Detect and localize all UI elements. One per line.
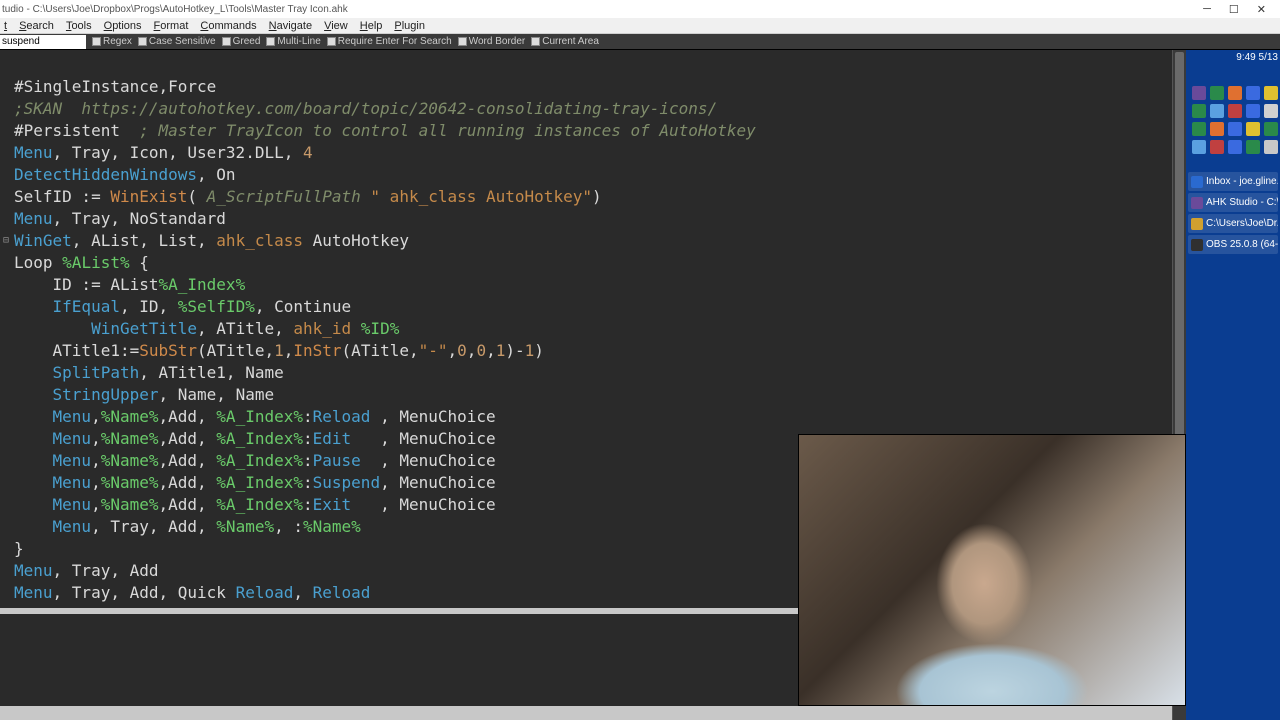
menu-navigate[interactable]: Navigate — [269, 20, 312, 32]
taskbar-item[interactable]: C:\Users\Joe\Dr... — [1188, 214, 1278, 233]
search-toolbar: Regex Case Sensitive Greed Multi-Line Requir… — [0, 34, 1280, 50]
tray-icon[interactable] — [1192, 86, 1206, 100]
tray-icon[interactable] — [1228, 86, 1242, 100]
menu-options[interactable]: Options — [104, 20, 142, 32]
search-opt-current-area[interactable]: Current Area — [531, 36, 599, 47]
search-opt-multi-line[interactable]: Multi-Line — [266, 36, 320, 47]
tray-icon[interactable] — [1228, 104, 1242, 118]
menu-format[interactable]: Format — [154, 20, 189, 32]
minimize-button[interactable]: ─ — [1203, 3, 1211, 16]
tray-icon[interactable] — [1210, 86, 1224, 100]
tray-icon[interactable] — [1246, 104, 1260, 118]
tray-icon[interactable] — [1264, 86, 1278, 100]
tray-icons — [1192, 86, 1274, 154]
search-opt-case-sensitive[interactable]: Case Sensitive — [138, 36, 216, 47]
tray-icon[interactable] — [1192, 104, 1206, 118]
search-opt-require-enter-for-search[interactable]: Require Enter For Search — [327, 36, 452, 47]
search-opt-regex[interactable]: Regex — [92, 36, 132, 47]
taskbar-item[interactable]: AHK Studio - C:\... — [1188, 193, 1278, 212]
tray-icon[interactable] — [1228, 140, 1242, 154]
taskbar-item[interactable]: Inbox - joe.gline... — [1188, 172, 1278, 191]
tray-icon[interactable] — [1210, 104, 1224, 118]
window-buttons: ─ ☐ ✕ — [1189, 3, 1280, 16]
taskbar-items: Inbox - joe.gline... AHK Studio - C:\... C… — [1188, 172, 1278, 254]
search-input[interactable] — [0, 35, 86, 49]
menu-view[interactable]: View — [324, 20, 348, 32]
search-opt-greed[interactable]: Greed — [222, 36, 261, 47]
webcam-overlay — [798, 434, 1186, 706]
menu-commands[interactable]: Commands — [200, 20, 256, 32]
clock[interactable]: 9:49 5/13 — [1236, 50, 1278, 65]
tray-icon[interactable] — [1264, 104, 1278, 118]
menu-help[interactable]: Help — [360, 20, 383, 32]
tray-icon[interactable] — [1246, 86, 1260, 100]
tray-icon[interactable] — [1246, 122, 1260, 136]
tray-icon[interactable] — [1192, 122, 1206, 136]
tray-icon[interactable] — [1192, 140, 1206, 154]
window-title: tudio - C:\Users\Joe\Dropbox\Progs\AutoH… — [2, 4, 1189, 15]
tray-icon[interactable] — [1228, 122, 1242, 136]
menu-search[interactable]: Search — [19, 20, 54, 32]
menu-tools[interactable]: Tools — [66, 20, 92, 32]
menu-plugin[interactable]: Plugin — [394, 20, 425, 32]
tray-icon[interactable] — [1264, 140, 1278, 154]
tray-icon[interactable] — [1210, 122, 1224, 136]
search-opt-word-border[interactable]: Word Border — [458, 36, 526, 47]
titlebar: tudio - C:\Users\Joe\Dropbox\Progs\AutoH… — [0, 0, 1280, 18]
desktop-sidebar: 9:49 5/13 Inbox - joe.gline... AHK Studio… — [1186, 50, 1280, 720]
tray-icon[interactable] — [1210, 140, 1224, 154]
taskbar-item[interactable]: OBS 25.0.8 (64-bi... — [1188, 235, 1278, 254]
menubar: t Search Tools Options Format Commands Navigat… — [0, 18, 1280, 34]
tray-icon[interactable] — [1246, 140, 1260, 154]
fold-icon[interactable]: ⊟ — [0, 230, 12, 252]
close-button[interactable]: ✕ — [1257, 3, 1266, 16]
maximize-button[interactable]: ☐ — [1229, 3, 1239, 16]
tray-icon[interactable] — [1264, 122, 1278, 136]
statusbar — [0, 706, 1172, 720]
menu-t[interactable]: t — [4, 20, 7, 32]
